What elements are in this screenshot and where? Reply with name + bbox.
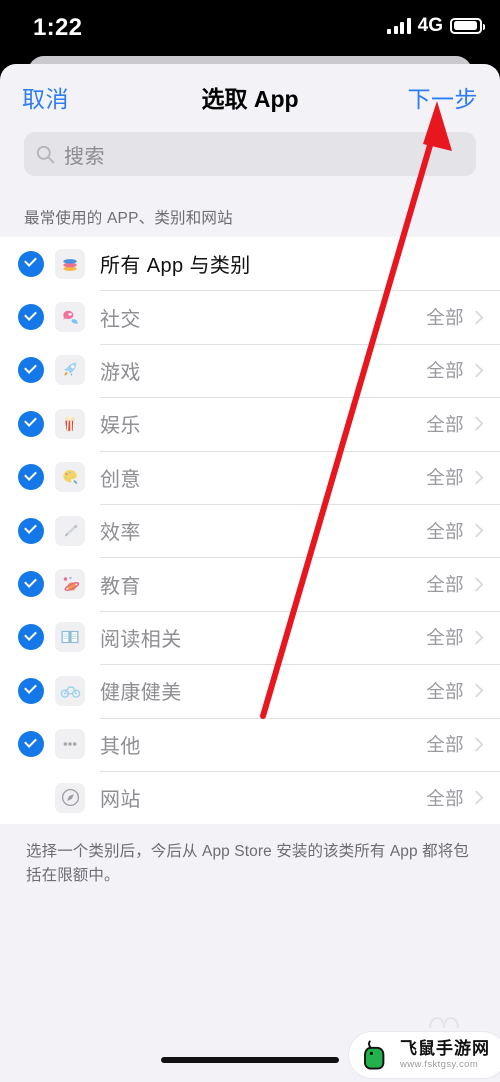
search-icon <box>36 145 55 163</box>
list-item-value: 全部 <box>426 627 464 649</box>
palette-icon <box>55 462 85 493</box>
list-item[interactable]: 网站 全部 <box>0 770 500 824</box>
compass-icon <box>55 782 85 813</box>
list-item[interactable]: 创意 全部 <box>0 450 500 504</box>
list-item-label: 创意 <box>100 468 141 491</box>
list-item-value: 全部 <box>426 360 464 382</box>
watermark-ears <box>429 1016 459 1028</box>
planet-icon <box>55 569 85 600</box>
list-item-label: 阅读相关 <box>100 628 182 651</box>
search-input[interactable]: 搜索 <box>24 132 476 176</box>
list-item-label: 效率 <box>100 522 141 545</box>
chevron-right-icon <box>475 523 484 538</box>
list-item-value: 全部 <box>426 467 464 489</box>
status-bar-time: 1:22 <box>33 14 83 41</box>
chat-bubbles-icon <box>55 302 85 333</box>
choose-app-sheet: 取消 选取 App 下一步 搜索 最常使用的 APP、类别和网站 所有 App … <box>0 64 500 1082</box>
search-bar-container: 搜索 <box>0 130 500 176</box>
list-item-value: 全部 <box>426 680 464 702</box>
list-item-label: 网站 <box>100 789 141 812</box>
green-mouse-icon <box>364 1040 385 1070</box>
list-item[interactable]: 阅读相关 全部 <box>0 610 500 664</box>
pen-icon <box>55 515 85 546</box>
stack-icon <box>55 248 85 279</box>
page-title: 选取 App <box>201 86 299 112</box>
next-button[interactable]: 下一步 <box>408 80 479 114</box>
section-header: 最常使用的 APP、类别和网站 <box>24 210 233 227</box>
list-item-label: 游戏 <box>100 361 141 384</box>
chevron-right-icon <box>475 684 484 698</box>
watermark-name: 飞鼠手游网 <box>400 1039 490 1059</box>
home-indicator <box>161 1057 339 1063</box>
chevron-right-icon <box>475 737 484 751</box>
chevron-right-icon <box>475 310 484 324</box>
list-item-label: 娱乐 <box>100 415 141 438</box>
list-item[interactable]: 健康健美 全部 <box>0 664 500 717</box>
bicycle-icon <box>55 675 85 706</box>
list-item-value: 全部 <box>426 520 464 542</box>
list-item[interactable]: 社交 全部 <box>0 290 500 343</box>
chevron-right-icon <box>475 790 484 805</box>
list-item-value: 全部 <box>426 413 464 435</box>
ellipsis-icon <box>55 729 85 760</box>
checkbox-checked-icon[interactable] <box>18 677 44 704</box>
list-item[interactable]: 娱乐 全部 <box>0 397 500 450</box>
navigation-bar: 取消 选取 App 下一步 <box>0 64 500 130</box>
checkbox-checked-icon[interactable] <box>18 357 44 384</box>
list-item-label: 教育 <box>100 575 141 598</box>
checkbox-checked-icon[interactable] <box>18 517 44 544</box>
chevron-right-icon <box>475 363 484 378</box>
checkbox-checked-icon[interactable] <box>18 731 44 758</box>
chevron-right-icon <box>475 417 484 431</box>
checkbox-checked-icon[interactable] <box>18 250 44 277</box>
list-item-value: 全部 <box>426 574 464 596</box>
checkbox-unchecked-icon[interactable] <box>18 785 44 811</box>
footer-note: 选择一个类别后，今后从 App Store 安装的该类所有 App 都将包括在限… <box>26 843 469 884</box>
checkbox-checked-icon[interactable] <box>18 410 44 437</box>
watermark-url: www.fsktgsy.com <box>400 1059 479 1071</box>
status-bar-indicators: 4G <box>387 15 485 36</box>
list-item-value: 全部 <box>426 307 464 329</box>
list-item[interactable]: 其他 全部 <box>0 717 500 771</box>
battery-icon <box>450 17 485 34</box>
phone-screen: 1:22 4G 取消 选取 App 下一步 搜索 最常使用的 APP、类别和网站… <box>0 0 500 1082</box>
list-item[interactable]: 教育 全部 <box>0 557 500 610</box>
popcorn-icon <box>55 408 85 439</box>
list-item-label: 其他 <box>100 735 141 758</box>
checkbox-checked-icon[interactable] <box>18 304 44 331</box>
list-item[interactable]: 效率 全部 <box>0 503 500 557</box>
chevron-right-icon <box>475 577 484 591</box>
signal-bars-icon <box>387 17 411 34</box>
list-item-label: 健康健美 <box>100 682 182 705</box>
status-bar: 1:22 4G <box>0 0 500 52</box>
list-item-value: 全部 <box>426 787 464 809</box>
list-item-label: 社交 <box>100 308 141 331</box>
chevron-right-icon <box>475 470 484 484</box>
list-item-label: 所有 App 与类别 <box>100 255 251 278</box>
search-placeholder: 搜索 <box>64 145 105 168</box>
cancel-button[interactable]: 取消 <box>22 80 69 114</box>
list-item[interactable]: 所有 App 与类别 <box>0 237 500 290</box>
category-list: 所有 App 与类别 社交 全部 游戏 全部 娱乐 全部 创意 全部 效率 全部… <box>0 237 500 825</box>
list-item-value: 全部 <box>426 734 464 756</box>
checkbox-checked-icon[interactable] <box>18 464 44 491</box>
list-item[interactable]: 游戏 全部 <box>0 343 500 397</box>
watermark-badge: 飞鼠手游网 www.fsktgsy.com <box>349 1032 500 1078</box>
status-bar-network: 4G <box>417 15 443 36</box>
rocket-icon <box>55 355 85 386</box>
open-book-icon <box>55 622 85 653</box>
checkbox-checked-icon[interactable] <box>18 624 44 651</box>
checkbox-checked-icon[interactable] <box>18 571 44 598</box>
chevron-right-icon <box>475 630 484 645</box>
